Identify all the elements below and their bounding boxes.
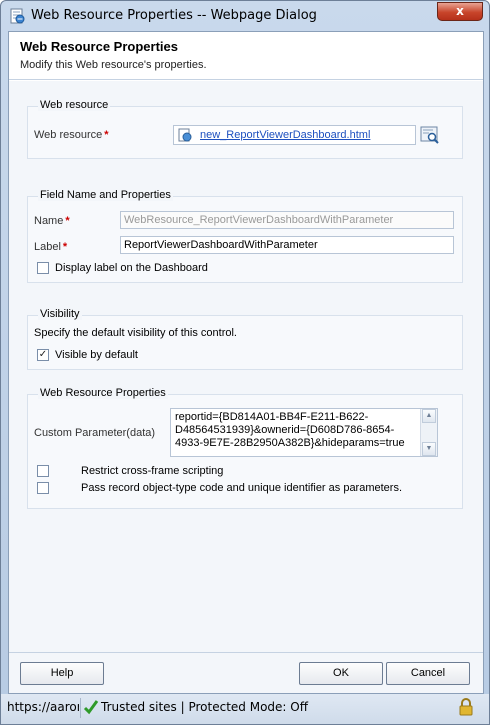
dialog-window: Web Resource Properties -- Webpage Dialo… [0, 0, 490, 725]
dialog-client-area: Web Resource Properties Modify this Web … [8, 31, 484, 694]
status-divider [80, 698, 81, 718]
security-zone: Trusted sites | Protected Mode: Off [101, 700, 308, 714]
field-properties-legend: Field Name and Properties [38, 189, 173, 201]
dialog-header: Web Resource Properties Modify this Web … [9, 32, 483, 80]
title-bar[interactable]: Web Resource Properties -- Webpage Dialo… [1, 1, 489, 31]
pass-record-checkbox[interactable] [37, 482, 49, 494]
page-title: Web Resource Properties [20, 39, 178, 54]
display-label-checkbox-label: Display label on the Dashboard [55, 262, 208, 274]
web-resource-icon [178, 128, 192, 142]
ie-page-icon [10, 8, 25, 24]
field-properties-section: Field Name and Properties Name * WebResou… [27, 189, 463, 283]
scroll-up-icon[interactable]: ▲ [422, 409, 436, 423]
label-label: Label * [34, 241, 68, 253]
ok-button[interactable]: OK [299, 662, 383, 685]
visible-by-default-checkbox[interactable]: ✓ [37, 349, 49, 361]
lock-icon[interactable] [458, 698, 474, 716]
visibility-description: Specify the default visibility of this c… [34, 327, 237, 339]
page-subtitle: Modify this Web resource's properties. [20, 59, 207, 71]
lookup-search-icon[interactable] [420, 125, 440, 145]
web-resource-link[interactable]: new_ReportViewerDashboard.html [200, 129, 370, 141]
display-label-checkbox[interactable] [37, 262, 49, 274]
pass-record-label: Pass record object-type code and unique … [81, 482, 403, 494]
form-body: Web resource Web resource * new_ReportVie… [9, 81, 483, 652]
restrict-cross-frame-label: Restrict cross-frame scripting [81, 465, 224, 477]
custom-parameter-label: Custom Parameter(data) [34, 427, 156, 439]
cancel-button[interactable]: Cancel [386, 662, 470, 685]
resource-properties-legend: Web Resource Properties [38, 387, 168, 399]
name-label: Name * [34, 215, 70, 227]
web-resource-lookup[interactable]: new_ReportViewerDashboard.html [173, 125, 416, 145]
window-title: Web Resource Properties -- Webpage Dialo… [31, 8, 317, 23]
dialog-footer: Help OK Cancel [9, 652, 483, 693]
custom-parameter-value: reportid={BD814A01-BB4F-E211-B622-D48564… [175, 411, 405, 449]
status-bar: https://aaron Trusted sites | Protected … [1, 694, 489, 724]
visibility-legend: Visibility [38, 308, 82, 320]
visible-by-default-label: Visible by default [55, 349, 138, 361]
required-marker: * [65, 215, 70, 227]
label-field[interactable]: ReportViewerDashboardWithParameter [120, 236, 454, 254]
checkmark-icon: ✓ [38, 349, 48, 360]
web-resource-label: Web resource * [34, 129, 109, 141]
green-check-icon [83, 700, 99, 715]
scroll-down-icon[interactable]: ▼ [422, 442, 436, 456]
textarea-scrollbar[interactable]: ▲ ▼ [420, 409, 437, 456]
help-button[interactable]: Help [20, 662, 104, 685]
close-button[interactable]: x [437, 2, 483, 21]
name-field: WebResource_ReportViewerDashboardWithPar… [120, 211, 454, 229]
resource-properties-section: Web Resource Properties Custom Parameter… [27, 387, 463, 509]
status-url: https://aaron [7, 700, 79, 714]
web-resource-section: Web resource Web resource * new_ReportVie… [27, 99, 463, 159]
required-marker: * [62, 241, 68, 253]
required-marker: * [104, 129, 109, 141]
restrict-cross-frame-checkbox[interactable] [37, 465, 49, 477]
custom-parameter-textarea[interactable]: reportid={BD814A01-BB4F-E211-B622-D48564… [170, 408, 438, 457]
web-resource-legend: Web resource [38, 99, 111, 111]
visibility-section: Visibility Specify the default visibilit… [27, 308, 463, 370]
